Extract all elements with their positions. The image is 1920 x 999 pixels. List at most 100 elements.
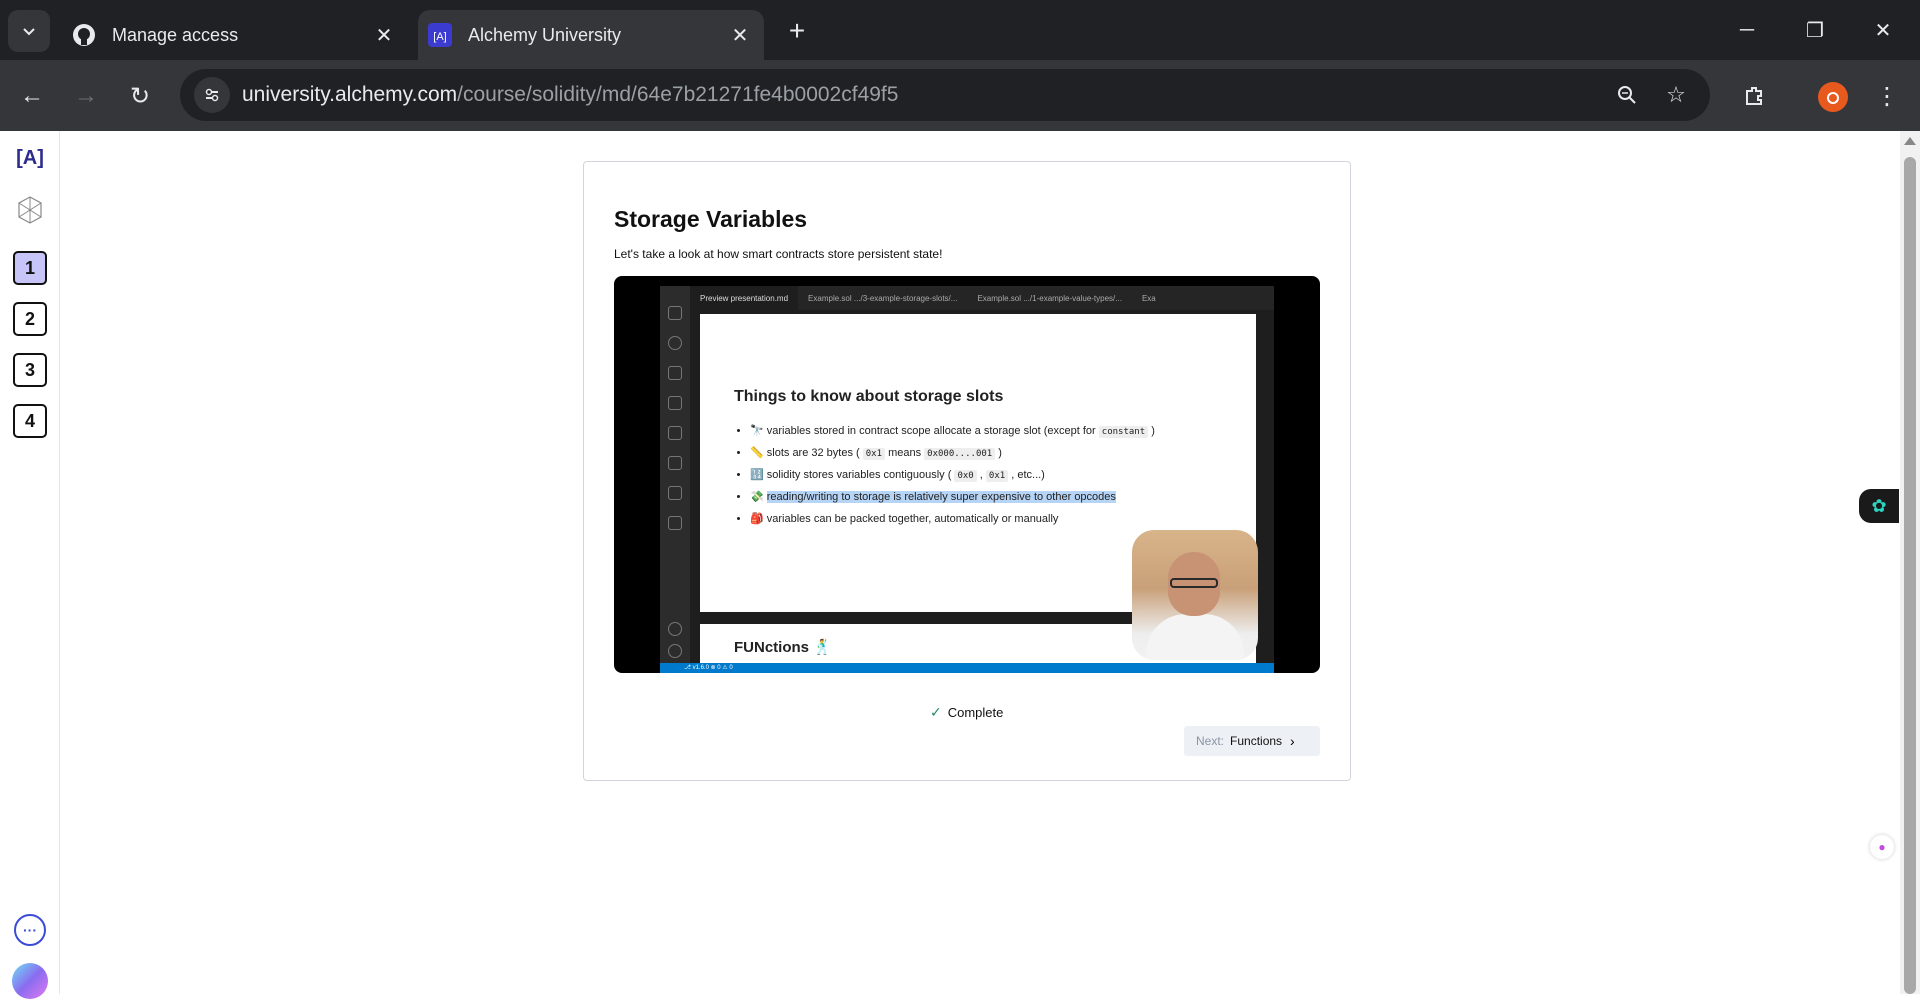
url-host: university.alchemy.com — [242, 83, 458, 106]
next-lesson-button[interactable]: Next: Functions › — [1184, 726, 1320, 756]
ai-assistant-icon[interactable]: ✿ — [1859, 489, 1899, 523]
tab-manage-access[interactable]: Manage access ✕ — [62, 10, 408, 60]
terminal-icon — [668, 516, 682, 530]
step-button-3[interactable]: 3 — [13, 353, 47, 387]
account-icon — [668, 622, 682, 636]
url-path: /course/solidity/md/64e7b21271fe4b0002cf… — [457, 83, 899, 106]
page-scrollbar[interactable] — [1900, 131, 1920, 994]
chevron-down-icon — [23, 28, 35, 36]
zoom-icon[interactable] — [1609, 77, 1645, 113]
bullet-emoji: 📏 — [750, 447, 764, 459]
slide-bullet: 🔢 solidity stores variables contiguously… — [750, 464, 1155, 486]
browser-tab-bar: Manage access ✕ [A] Alchemy University ✕… — [0, 0, 1920, 60]
step-button-2[interactable]: 2 — [13, 302, 47, 336]
bullet-text: slots are 32 bytes ( — [766, 447, 863, 459]
bullet-code: 0x1 — [985, 470, 1009, 482]
page-content: [A] 1 2 3 4 ··· Storage Variables Let's … — [0, 131, 1920, 999]
ide-tab: Example.sol .../3-example-storage-slots/… — [808, 293, 958, 303]
step-button-4[interactable]: 4 — [13, 404, 47, 438]
docker-icon — [668, 456, 682, 470]
complete-button[interactable]: ✓ Complete — [930, 704, 1003, 721]
svg-text:[A]: [A] — [433, 31, 446, 43]
tab-title: Alchemy University — [468, 24, 622, 45]
search-icon — [668, 336, 682, 350]
alchemy-icon: [A] — [428, 23, 452, 47]
ide-activity-bar — [660, 286, 690, 663]
window-close-icon[interactable]: ✕ — [1860, 10, 1906, 50]
new-tab-button[interactable]: + — [780, 14, 814, 48]
close-icon[interactable]: ✕ — [726, 21, 754, 49]
bullet-text: means — [885, 447, 925, 459]
source-control-icon — [668, 426, 682, 440]
slide-title: Things to know about storage slots — [734, 388, 1004, 405]
checkmark-icon: ✓ — [930, 704, 942, 720]
bullet-text: , etc...) — [1008, 469, 1045, 481]
alchemy-logo[interactable]: [A] — [12, 143, 48, 173]
extensions-icon[interactable] — [1734, 76, 1774, 116]
bullet-text: variables can be packed together, automa… — [766, 513, 1059, 525]
minimize-icon[interactable]: ─ — [1724, 10, 1770, 50]
remote-icon — [668, 486, 682, 500]
tab-search-button[interactable] — [8, 10, 50, 52]
bullet-emoji: 🔢 — [750, 469, 764, 481]
tab-alchemy-university[interactable]: [A] Alchemy University ✕ — [418, 10, 764, 60]
brain-extension-icon[interactable]: ● — [1870, 835, 1894, 859]
ide-tab-strip: Preview presentation.md Example.sol .../… — [690, 286, 1274, 310]
address-bar[interactable]: university.alchemy.com/course/solidity/m… — [180, 69, 1710, 121]
course-sidebar: [A] 1 2 3 4 ··· — [0, 131, 60, 999]
lesson-card: Storage Variables Let's take a look at h… — [583, 161, 1351, 781]
bullet-highlight: reading/writing to storage is relatively… — [766, 491, 1116, 503]
next-slide-title: FUNctions 🕺 — [734, 639, 832, 656]
github-icon — [72, 23, 96, 47]
explorer-icon — [668, 306, 682, 320]
lesson-title: Storage Variables — [614, 206, 808, 232]
bullet-code: 0x0 — [954, 470, 977, 482]
bookmark-star-icon[interactable]: ☆ — [1658, 77, 1694, 113]
restore-icon[interactable]: ❐ — [1792, 10, 1838, 50]
profile-avatar[interactable] — [1818, 82, 1848, 112]
browser-toolbar: ← → ↻ university.alchemy.com/course/soli… — [0, 60, 1920, 131]
bullet-text: , — [976, 469, 986, 481]
reload-icon[interactable]: ↻ — [120, 76, 160, 116]
settings-gear-icon — [668, 644, 682, 658]
ide-tab: Example.sol .../1-example-value-types/..… — [977, 293, 1122, 303]
scroll-up-arrow-icon[interactable] — [1904, 137, 1916, 145]
lesson-subtitle: Let's take a look at how smart contracts… — [614, 247, 943, 261]
more-options-button[interactable]: ··· — [14, 914, 46, 946]
url-text: university.alchemy.com/course/solidity/m… — [242, 83, 898, 107]
slide-bullet: 🎒 variables can be packed together, auto… — [750, 508, 1155, 530]
bullet-text: solidity stores variables contiguously ( — [766, 469, 955, 481]
ide-tab: Preview presentation.md — [690, 286, 799, 310]
back-icon[interactable]: ← — [12, 76, 52, 116]
scroll-thumb[interactable] — [1904, 157, 1916, 994]
bullet-emoji: 🔭 — [750, 425, 764, 437]
ethereum-hex-icon[interactable] — [16, 195, 44, 225]
site-settings-icon[interactable] — [194, 77, 230, 113]
ide-status-bar: ⎇ v1.6.0 ⊗ 0 ⚠ 0 — [660, 663, 1274, 673]
slide-bullet: 📏 slots are 32 bytes ( 0x1 means 0x000..… — [750, 442, 1155, 464]
bullet-text: variables stored in contract scope alloc… — [766, 425, 1099, 437]
complete-label: Complete — [947, 705, 1004, 720]
run-icon — [668, 366, 682, 380]
bullet-code: 0x1 — [862, 448, 886, 460]
close-icon[interactable]: ✕ — [370, 21, 398, 49]
browser-menu-icon[interactable]: ⋮ — [1872, 78, 1902, 114]
forward-icon[interactable]: → — [66, 76, 106, 116]
slide-bullet: 🔭 variables stored in contract scope all… — [750, 420, 1155, 442]
slide-bullet: 💸 reading/writing to storage is relative… — [750, 486, 1155, 508]
bullet-text: ) — [1148, 425, 1155, 437]
chevron-right-icon: › — [1290, 733, 1295, 749]
extensions-icon — [668, 396, 682, 410]
slide-bullets: 🔭 variables stored in contract scope all… — [750, 420, 1155, 530]
presenter-glasses — [1170, 578, 1218, 588]
tab-title: Manage access — [112, 24, 239, 45]
presenter-body — [1146, 614, 1244, 660]
bullet-emoji: 💸 — [750, 491, 764, 503]
step-button-1[interactable]: 1 — [13, 251, 47, 285]
next-lesson-name: Functions — [1230, 734, 1283, 748]
bullet-code: 0x000....001 — [924, 448, 996, 460]
bullet-code: constant — [1098, 426, 1149, 438]
next-prefix: Next: — [1196, 734, 1225, 748]
bullet-text: ) — [995, 447, 1002, 459]
lesson-video[interactable]: Preview presentation.md Example.sol .../… — [614, 276, 1320, 673]
